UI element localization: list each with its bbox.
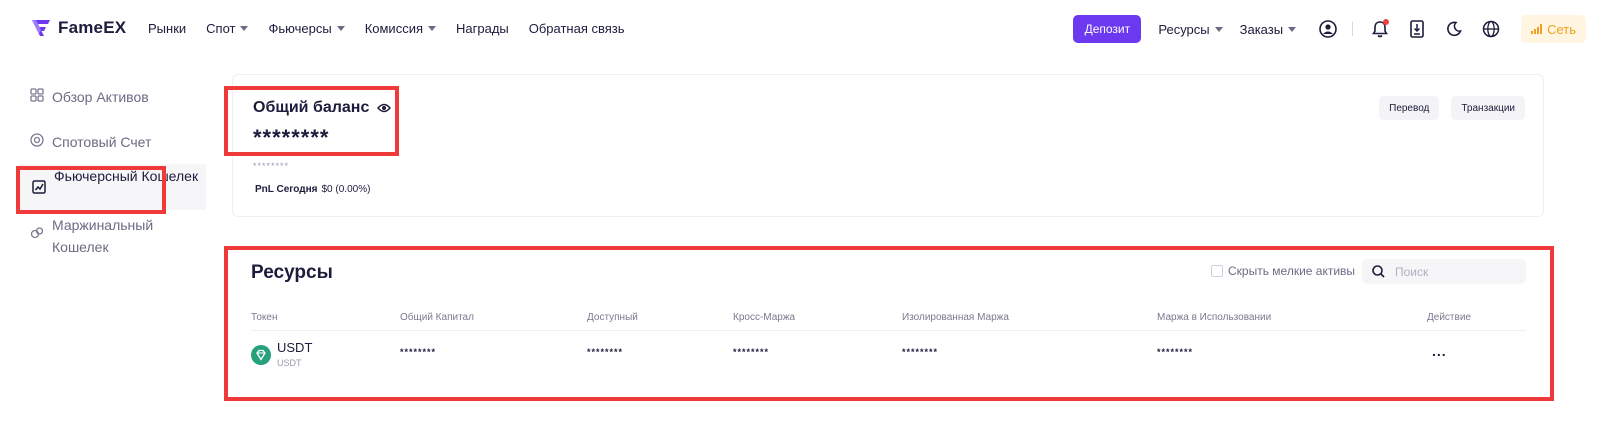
transactions-button[interactable]: Транзакции — [1451, 96, 1525, 120]
sidebar-item-label: Спотовый Счет — [52, 134, 152, 150]
chevron-down-icon — [428, 26, 436, 31]
nav-futures-label: Фьючерсы — [268, 21, 332, 36]
column-header-margin-in-use: Маржа в Использовании — [1157, 312, 1272, 323]
pnl-today: PnL Сегодня $0 (0.00%) — [255, 184, 370, 195]
search-box — [1362, 259, 1526, 284]
pnl-label: PnL Сегодня — [255, 184, 318, 195]
nav-feedback-label: Обратная связь — [528, 21, 625, 36]
deposit-button[interactable]: Депозит — [1073, 15, 1142, 43]
sidebar-item-futures-wallet[interactable]: Фьючерсный Кошелек — [18, 164, 206, 210]
search-icon — [1372, 265, 1385, 278]
balance-title-row: Общий баланс — [253, 99, 392, 117]
cell-total-capital: ******** — [400, 347, 437, 357]
network-status-button[interactable]: Сеть — [1521, 15, 1586, 43]
pnl-value: $0 (0.00%) — [321, 184, 371, 195]
cell-cross-margin: ******** — [733, 347, 770, 357]
sidebar-item-spot-account[interactable]: Спотовый Счет — [30, 131, 208, 153]
nav-rewards[interactable]: Награды — [456, 21, 509, 36]
nav-markets[interactable]: Рынки — [148, 21, 186, 36]
table-row-token[interactable]: USDT USDT — [251, 340, 312, 370]
resources-title: Ресурсы — [251, 262, 333, 283]
coins-icon — [30, 227, 44, 239]
transfer-button[interactable]: Перевод — [1379, 96, 1440, 120]
hide-small-assets-checkbox[interactable] — [1211, 265, 1223, 277]
cell-isolated-margin: ******** — [902, 347, 939, 357]
logo-text: FameEX — [58, 18, 127, 37]
notification-dot — [1383, 19, 1390, 25]
nav-commission-label: Комиссия — [364, 21, 423, 36]
top-navbar: FameEX Рынки Спот Фьючерсы Комиссия Нагр… — [0, 0, 1600, 60]
column-header-token: Токен — [251, 312, 278, 323]
more-actions-button[interactable]: ... — [1432, 343, 1447, 359]
orders-menu-label: Заказы — [1239, 21, 1284, 37]
sidebar-item-label: Фьючерсный Кошелек — [54, 168, 199, 184]
cell-available: ******** — [587, 347, 624, 357]
orders-menu[interactable]: Заказы — [1239, 21, 1297, 37]
column-header-isolated-margin: Изолированная Маржа — [902, 312, 1009, 323]
nav-spot[interactable]: Спот — [206, 21, 249, 36]
user-icon[interactable] — [1318, 19, 1338, 39]
sidebar-item-assets-overview[interactable]: Обзор Активов — [30, 86, 208, 108]
balance-value: ******** — [253, 125, 330, 150]
target-icon — [30, 133, 44, 147]
nav-commission[interactable]: Комиссия — [365, 21, 436, 36]
network-label: Сеть — [1547, 21, 1576, 37]
balance-card: Общий баланс ******** ******** PnL Сегод… — [232, 74, 1544, 217]
nav-futures[interactable]: Фьючерсы — [268, 21, 345, 36]
balance-actions: Перевод Транзакции — [1379, 96, 1525, 120]
moon-icon[interactable] — [1444, 19, 1464, 39]
header-divider — [1352, 22, 1354, 36]
sidebar-item-margin-wallet[interactable]: Маржинальный Кошелек — [30, 214, 190, 258]
chevron-down-icon — [1214, 26, 1223, 32]
sidebar-item-label: Обзор Активов — [52, 89, 149, 105]
chevron-down-icon — [240, 26, 249, 31]
eye-icon[interactable] — [377, 103, 392, 113]
chevron-down-icon — [336, 26, 345, 31]
resources-menu-label: Ресурсы — [1158, 21, 1210, 37]
header-actions: Депозит Ресурсы Заказы Сеть — [1073, 15, 1586, 43]
sidebar-item-label: Маржинальный Кошелек — [52, 217, 154, 255]
globe-icon[interactable] — [1481, 19, 1501, 39]
chart-wallet-icon — [32, 180, 46, 194]
nav-rewards-label: Награды — [456, 21, 509, 36]
download-icon[interactable] — [1407, 19, 1427, 39]
nav-feedback[interactable]: Обратная связь — [529, 21, 625, 36]
signal-icon — [1531, 24, 1543, 34]
hide-small-assets-toggle[interactable]: Скрыть мелкие активы — [1211, 264, 1355, 278]
search-input[interactable] — [1395, 264, 1515, 279]
chevron-down-icon — [1288, 26, 1297, 32]
column-header-available: Доступный — [587, 312, 638, 323]
nav-spot-label: Спот — [206, 21, 236, 36]
token-subname: USDT — [277, 358, 302, 368]
cell-margin-in-use: ******** — [1157, 347, 1194, 357]
column-header-total-capital: Общий Капитал — [400, 312, 474, 323]
column-header-action: Действие — [1427, 312, 1471, 323]
grid-icon — [30, 88, 44, 102]
logo[interactable]: FameEX — [30, 17, 126, 39]
main-nav: Рынки Спот Фьючерсы Комиссия Награды Обр… — [148, 21, 625, 36]
balance-sub-value: ******** — [253, 161, 290, 171]
nav-markets-label: Рынки — [148, 21, 187, 36]
hide-small-assets-label: Скрыть мелкие активы — [1228, 264, 1356, 278]
fameex-logo-icon — [32, 20, 50, 36]
balance-title: Общий баланс — [253, 99, 370, 116]
column-header-cross-margin: Кросс-Маржа — [733, 312, 796, 323]
usdt-token-icon — [251, 345, 271, 365]
token-name: USDT — [277, 340, 313, 355]
table-divider — [251, 330, 1526, 331]
resources-menu[interactable]: Ресурсы — [1158, 21, 1223, 37]
bell-icon[interactable] — [1370, 19, 1390, 39]
token-info: USDT USDT — [277, 340, 312, 370]
